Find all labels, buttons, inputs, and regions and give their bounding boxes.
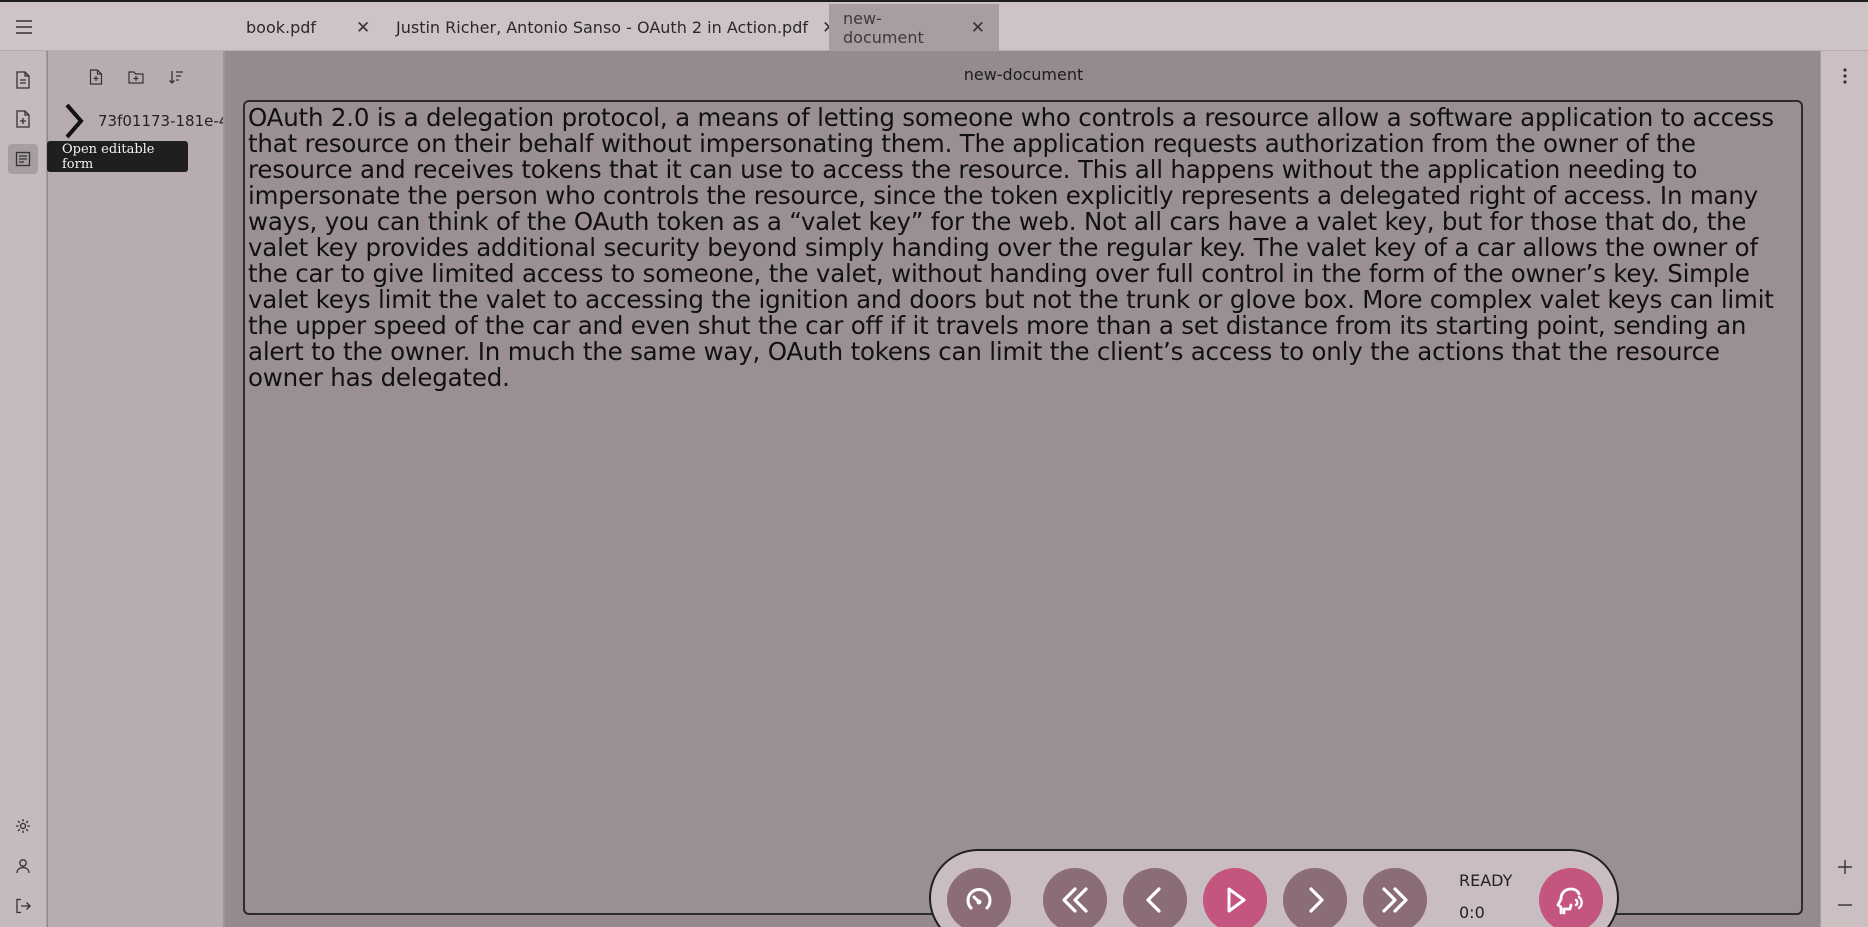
file-tree-item[interactable]: 73f01173-181e-44: [62, 99, 225, 143]
zoom-out-icon[interactable]: [1833, 893, 1857, 917]
chevron-right-icon[interactable]: [62, 101, 86, 141]
main-area: new-document OAuth 2.0 is a delegation p…: [227, 51, 1820, 927]
document-icon[interactable]: [8, 65, 38, 95]
tab-oauth-pdf[interactable]: Justin Richer, Antonio Sanso - OAuth 2 i…: [382, 4, 850, 51]
zoom-in-icon[interactable]: [1833, 855, 1857, 879]
tooltip: Open editable form: [47, 141, 188, 172]
new-folder-icon[interactable]: [124, 65, 148, 89]
document-body[interactable]: OAuth 2.0 is a delegation protocol, a me…: [248, 105, 1798, 391]
new-file-icon[interactable]: [84, 65, 108, 89]
voice-icon[interactable]: [1539, 868, 1603, 927]
file-tree-item-label: 73f01173-181e-44: [98, 112, 225, 130]
editable-form-icon[interactable]: [8, 144, 38, 174]
play-icon[interactable]: [1203, 868, 1267, 927]
document-editor[interactable]: OAuth 2.0 is a delegation protocol, a me…: [243, 100, 1803, 915]
right-rail: [1820, 51, 1868, 927]
document-add-icon[interactable]: [8, 104, 38, 134]
fast-forward-icon[interactable]: [1363, 868, 1427, 927]
close-icon[interactable]: ✕: [971, 18, 985, 38]
tab-book-pdf[interactable]: book.pdf ✕: [232, 4, 384, 51]
sort-icon[interactable]: [164, 65, 188, 89]
fast-rewind-icon[interactable]: [1043, 868, 1107, 927]
player-time: 0:0: [1459, 903, 1485, 922]
gear-icon[interactable]: [8, 811, 38, 841]
file-panel: 73f01173-181e-44: [48, 51, 225, 927]
user-icon[interactable]: [8, 851, 38, 881]
audio-player: READY 0:0: [929, 849, 1619, 927]
previous-icon[interactable]: [1123, 868, 1187, 927]
player-status: READY: [1459, 871, 1513, 890]
tab-label: new-document: [843, 8, 924, 47]
left-rail: [0, 51, 47, 927]
hamburger-menu-icon[interactable]: [12, 15, 36, 39]
next-icon[interactable]: [1283, 868, 1347, 927]
tab-bar: book.pdf ✕ Justin Richer, Antonio Sanso …: [0, 2, 1868, 51]
more-vertical-icon[interactable]: [1833, 64, 1857, 88]
speed-icon[interactable]: [947, 868, 1011, 927]
document-title: new-document: [963, 65, 1084, 84]
tab-label: book.pdf: [246, 18, 317, 37]
close-icon[interactable]: ✕: [356, 18, 370, 38]
tab-label: Justin Richer, Antonio Sanso - OAuth 2 i…: [396, 18, 808, 37]
tab-new-document[interactable]: new-document ✕: [829, 4, 999, 51]
logout-icon[interactable]: [8, 891, 38, 921]
